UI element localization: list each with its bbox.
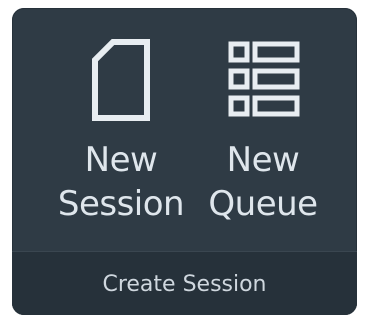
group-footer: Create Session: [12, 251, 357, 315]
new-session-button[interactable]: New Session: [46, 28, 196, 238]
create-session-group: New Session New Queue Create Session: [12, 8, 357, 315]
new-queue-label: New Queue: [208, 140, 318, 224]
group-caption: Create Session: [102, 272, 267, 297]
new-session-label: New Session: [57, 140, 185, 224]
new-document-icon: [92, 39, 150, 121]
ribbon-buttons: New Session New Queue: [12, 8, 357, 248]
queue-list-icon: [228, 41, 300, 117]
new-queue-button[interactable]: New Queue: [188, 28, 338, 238]
